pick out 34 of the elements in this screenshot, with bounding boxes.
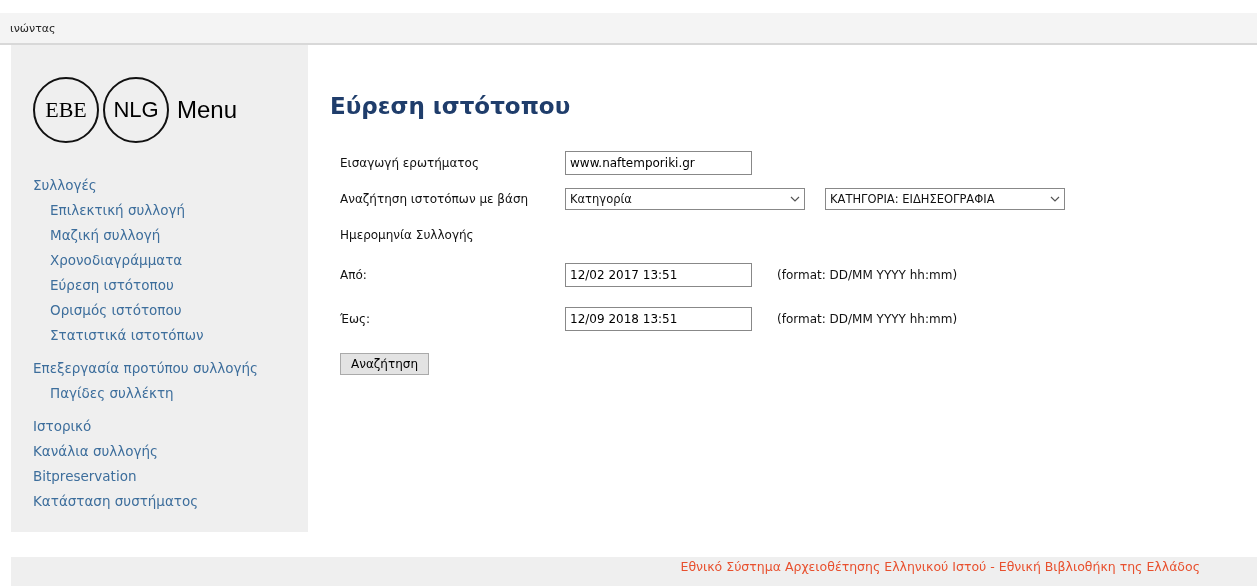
sidebar-item[interactable]: Παγίδες συλλέκτη — [33, 381, 174, 407]
sidebar-item[interactable]: Μαζική συλλογή — [33, 223, 161, 249]
sidebar-item[interactable]: Επεξεργασία προτύπου συλλογής — [33, 356, 258, 382]
sidebar-item[interactable]: Επιλεκτική συλλογή — [33, 198, 186, 224]
date-field[interactable]: 12/09 2018 13:51 — [565, 307, 752, 332]
chevron-down-icon — [790, 196, 800, 203]
field-label: Εισαγωγή ερωτήματος — [340, 156, 480, 171]
sidebar-item[interactable]: Κανάλια συλλογής — [33, 439, 158, 465]
sidebar-item[interactable]: Εύρεση ιστότοπου — [33, 273, 174, 299]
query-field[interactable]: www.naftemporiki.gr — [565, 151, 752, 176]
section-label: Ημερομηνία Συλλογής — [340, 228, 475, 243]
sidebar-item[interactable]: Κατάσταση συστήματος — [33, 489, 199, 515]
top-bar-text: ινώντας — [10, 21, 56, 35]
format-hint: (format: DD/MM YYYY hh:mm) — [777, 312, 958, 327]
logo-badge: NLG — [103, 77, 169, 144]
menu-title: Menu — [177, 96, 238, 125]
footer-text: Εθνικό Σύστημα Αρχειοθέτησης Ελληνικού Ιστού - Εθνική Βιβλιοθήκη της Ελλάδος — [680, 557, 1200, 574]
search-button[interactable]: Αναζήτηση — [340, 353, 429, 376]
select-field[interactable]: ΚΑΤΗΓΟΡΙΑ: ΕΙΔΗΣΕΟΓΡΑΦΙΑ — [825, 188, 1065, 211]
chevron-down-icon — [1050, 196, 1060, 203]
sidebar-item[interactable]: Bitpreservation — [33, 464, 137, 490]
sidebar-item[interactable]: Στατιστικά ιστοτόπων — [33, 323, 204, 349]
sidebar-item[interactable]: Χρονοδιαγράμματα — [33, 248, 183, 274]
date-field[interactable]: 12/02 2017 13:51 — [565, 263, 752, 288]
select-field[interactable]: Κατηγορία — [565, 188, 805, 211]
field-label: Αναζήτηση ιστοτόπων με βάση — [340, 192, 530, 207]
sidebar-item[interactable]: Ιστορικό — [33, 414, 92, 440]
logo-badge: EBE — [33, 77, 99, 144]
field-label: Από: — [340, 268, 368, 283]
sidebar-item[interactable]: Συλλογές — [33, 173, 97, 199]
format-hint: (format: DD/MM YYYY hh:mm) — [777, 268, 958, 283]
page-title: Εύρεση ιστότοπου — [330, 93, 572, 120]
field-label: Έως: — [340, 312, 372, 327]
sidebar-item[interactable]: Ορισμός ιστότοπου — [33, 298, 182, 324]
